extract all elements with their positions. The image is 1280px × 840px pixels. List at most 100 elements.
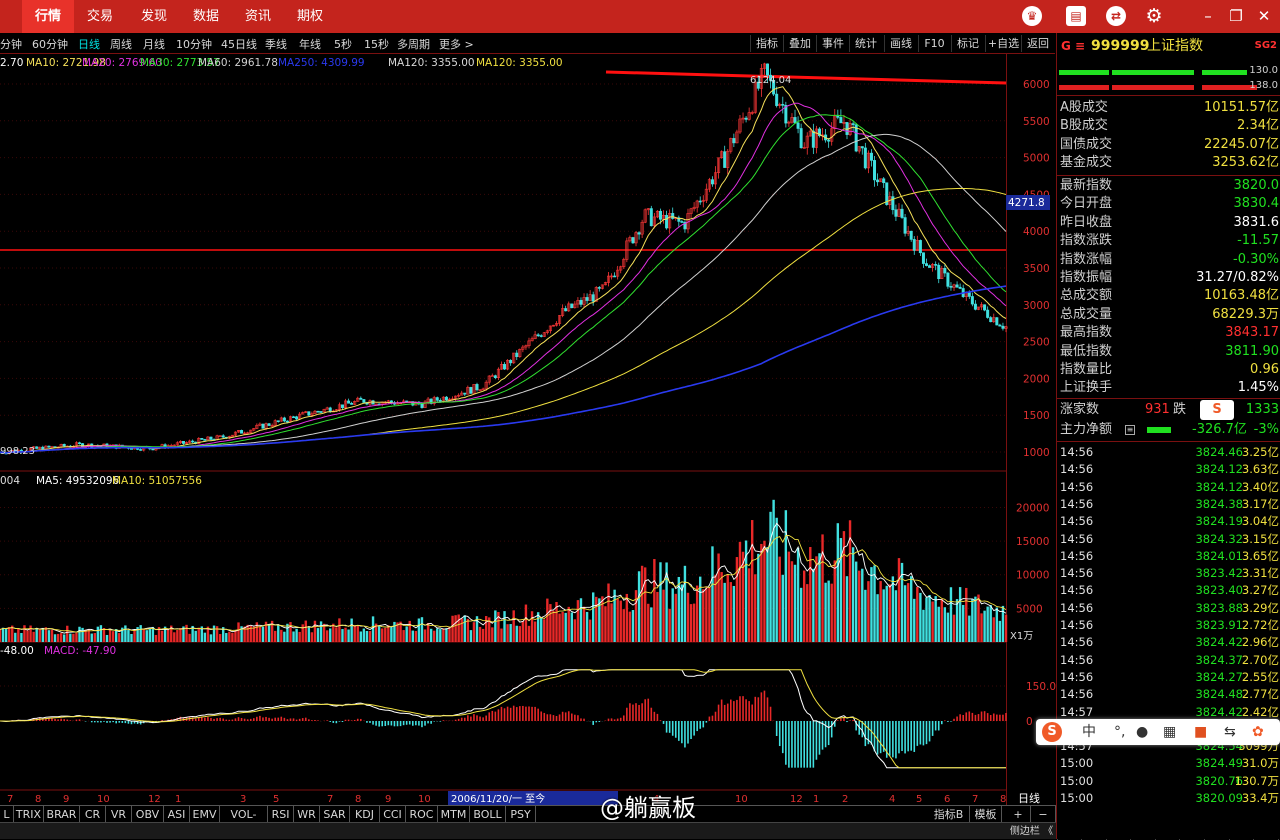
- volume-bar: [775, 517, 778, 642]
- indicator-tab-kdj[interactable]: KDJ: [350, 806, 380, 823]
- volume-bar: [977, 594, 980, 642]
- period-monthly[interactable]: 月线: [143, 36, 165, 52]
- volume-bar: [405, 626, 408, 642]
- microphone-icon[interactable]: ●: [1136, 722, 1148, 742]
- volume-bar: [928, 594, 931, 642]
- candle-body: [181, 440, 185, 444]
- volume-bar: [99, 625, 103, 642]
- menu-news[interactable]: 资讯: [236, 0, 280, 33]
- sogou-ime-icon[interactable]: S: [1042, 722, 1062, 742]
- btn-mark[interactable]: 标记: [951, 35, 984, 52]
- time-tick-label: 7: [972, 794, 978, 805]
- toolbox-icon[interactable]: ⇆: [1224, 722, 1236, 742]
- divider: [1057, 398, 1280, 399]
- volume-bar: [527, 625, 531, 642]
- period-multi[interactable]: 多周期: [397, 36, 430, 52]
- flow-icon[interactable]: ≡: [1125, 425, 1135, 435]
- volume-bar: [787, 551, 791, 642]
- settings-gear-icon[interactable]: ⚙: [1142, 4, 1166, 28]
- volume-bar: [616, 598, 619, 642]
- volume-bar: [93, 633, 96, 642]
- flow-pct: -3%: [1253, 422, 1279, 437]
- indicator-tab-cci[interactable]: CCI: [380, 806, 406, 823]
- btn-back[interactable]: 返回: [1021, 35, 1054, 52]
- indicator-tab-l[interactable]: L: [0, 806, 14, 823]
- volume-bar: [381, 628, 384, 642]
- minimize-icon[interactable]: –: [1196, 4, 1220, 28]
- indicator-tab-roc[interactable]: ROC: [406, 806, 438, 823]
- keyboard-icon[interactable]: ▦: [1163, 722, 1176, 742]
- volume-bar: [118, 633, 121, 642]
- menu-quotes[interactable]: 行情: [22, 0, 74, 33]
- volume-bar: [689, 604, 693, 642]
- indicator-ctrl-1[interactable]: 模板: [970, 806, 1002, 823]
- period-year[interactable]: 年线: [299, 36, 321, 52]
- period-daily[interactable]: 日线: [78, 36, 100, 52]
- period-45day[interactable]: 45日线: [221, 36, 257, 52]
- period-10min[interactable]: 10分钟: [176, 36, 212, 52]
- sidebar-toggle[interactable]: 侧边栏 《: [1006, 823, 1058, 840]
- close-icon[interactable]: ✕: [1252, 4, 1276, 28]
- menu-discover[interactable]: 发现: [132, 0, 176, 33]
- period-weekly[interactable]: 周线: [110, 36, 132, 52]
- price-tick-label: 1500: [1023, 410, 1050, 422]
- ime-toolbar[interactable]: S 中 °, ● ▦ ■ ⇆ ✿: [1036, 719, 1280, 745]
- skin-icon[interactable]: ■: [1194, 722, 1207, 742]
- restore-icon[interactable]: ❐: [1224, 4, 1248, 28]
- tick-vol: 2.77亿: [1241, 687, 1279, 702]
- menu-options[interactable]: 期权: [288, 0, 332, 33]
- period-more[interactable]: 更多 >: [439, 36, 474, 52]
- btn-f10[interactable]: F10: [918, 35, 950, 52]
- indicator-tab-vol-tdx[interactable]: VOL-TDX: [220, 806, 268, 838]
- vol-tick-label: 10000: [1016, 570, 1049, 582]
- menu-trade[interactable]: 交易: [78, 0, 122, 33]
- kline-chart[interactable]: 6000550050004500400035003000250020001500…: [0, 54, 1056, 805]
- period-1min[interactable]: 分钟: [0, 36, 22, 52]
- indicator-tab-sar[interactable]: SAR: [320, 806, 350, 823]
- btn-indicator[interactable]: 指标: [750, 35, 783, 52]
- ime-punct-icon[interactable]: °,: [1114, 722, 1125, 742]
- btn-stats[interactable]: 统计: [849, 35, 882, 52]
- btn-add-watch[interactable]: +自选: [985, 35, 1021, 52]
- period-5sec[interactable]: 5秒: [334, 36, 352, 52]
- indicator-tab-trix[interactable]: TRIX: [14, 806, 44, 823]
- indicator-ctrl-3[interactable]: −: [1031, 806, 1056, 823]
- stat-row: 国债成交 22245.07亿: [1057, 136, 1280, 154]
- indicator-ctrl-0[interactable]: 指标B: [928, 806, 970, 823]
- period-quarter[interactable]: 季线: [265, 36, 287, 52]
- btn-overlay[interactable]: 叠加: [783, 35, 816, 52]
- tick-price: 3820.76: [1195, 773, 1243, 788]
- flow-value: -326.7亿: [1192, 422, 1247, 437]
- divider: [1057, 175, 1280, 176]
- period-60min[interactable]: 60分钟: [32, 36, 68, 52]
- indicator-tab-emv[interactable]: EMV: [190, 806, 220, 823]
- indicator-tab-brar[interactable]: BRAR: [44, 806, 80, 823]
- layout-icon[interactable]: ▤: [1066, 6, 1086, 26]
- exchange-icon[interactable]: ⇄: [1106, 6, 1126, 26]
- tick-row: 14:56 3824.32 3.15亿: [1057, 531, 1280, 548]
- tick-price: 3823.88: [1195, 600, 1243, 615]
- indicator-tab-psy[interactable]: PSY: [506, 806, 536, 823]
- volume-bar: [481, 628, 485, 642]
- volume-bar: [78, 626, 81, 642]
- btn-event[interactable]: 事件: [816, 35, 849, 52]
- indicator-tab-mtm[interactable]: MTM: [438, 806, 470, 823]
- indicator-tab-vr[interactable]: VR: [106, 806, 132, 823]
- indicator-tab-obv[interactable]: OBV: [132, 806, 164, 823]
- indicator-tab-cr[interactable]: CR: [80, 806, 106, 823]
- indicator-tab-wr[interactable]: WR: [294, 806, 320, 823]
- btn-draw[interactable]: 画线: [884, 35, 917, 52]
- period-15sec[interactable]: 15秒: [364, 36, 389, 52]
- volume-bar: [194, 630, 197, 642]
- crown-icon[interactable]: ♛: [1022, 6, 1042, 26]
- ime-more-icon[interactable]: ✿: [1252, 722, 1264, 742]
- indicator-tab-boll[interactable]: BOLL: [470, 806, 506, 823]
- volume-bar: [59, 633, 63, 642]
- menu-data[interactable]: 数据: [184, 0, 228, 33]
- candle-body: [316, 410, 320, 413]
- indicator-tab-rsi[interactable]: RSI: [268, 806, 294, 823]
- indicator-tab-asi[interactable]: ASI: [164, 806, 190, 823]
- candle-body: [970, 296, 974, 305]
- ime-chinese-icon[interactable]: 中: [1082, 722, 1096, 742]
- indicator-ctrl-2[interactable]: +: [1006, 806, 1031, 823]
